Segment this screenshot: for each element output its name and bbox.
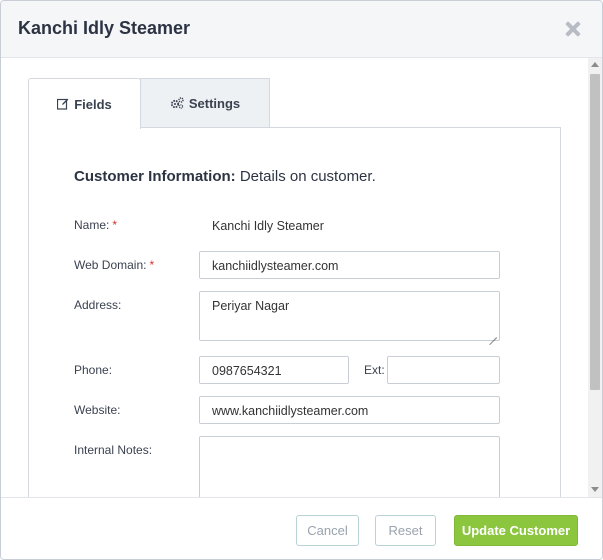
dialog-footer: Cancel Reset Update Customer (1, 497, 602, 559)
phone-label: Phone: (74, 363, 113, 377)
fields-panel: Customer Information: Details on custome… (28, 127, 561, 497)
tab-settings-label: Settings (188, 95, 241, 111)
dialog-body: Fields Settings Customer Information: De… (1, 58, 588, 497)
section-title-bold: Customer Information: (74, 168, 236, 185)
section-title-rest: Details on customer. (239, 168, 376, 185)
website-input[interactable]: www.kanchiidlysteamer.com (199, 396, 500, 424)
scroll-thumb[interactable] (590, 74, 600, 390)
web-domain-label-text: Web Domain: (74, 258, 147, 272)
cancel-button[interactable]: Cancel (296, 515, 359, 546)
tab-settings[interactable]: Settings (140, 78, 270, 127)
edit-icon (57, 98, 69, 110)
dialog-header: Kanchi Idly Steamer (1, 1, 602, 58)
tab-fields-label: Fields (74, 96, 112, 112)
ext-label: Ext: (364, 363, 385, 377)
gears-icon (170, 97, 184, 109)
internal-notes-label: Internal Notes: (74, 443, 153, 457)
update-customer-button[interactable]: Update Customer (454, 515, 578, 546)
name-value: Kanchi Idly Steamer (212, 219, 324, 233)
internal-notes-textarea[interactable] (199, 436, 500, 497)
scrollbar[interactable] (588, 58, 602, 497)
resize-handle[interactable] (489, 330, 497, 338)
address-label: Address: (74, 298, 122, 312)
customer-dialog: Kanchi Idly Steamer Fields Settings Cust… (0, 0, 603, 560)
web-domain-label: Web Domain: * (74, 258, 154, 272)
required-mark: * (112, 218, 118, 232)
scroll-up-arrow-icon[interactable] (591, 62, 599, 67)
ext-input[interactable] (387, 356, 500, 384)
phone-input[interactable]: 0987654321 (199, 356, 349, 384)
address-value: Periyar Nagar (212, 299, 290, 313)
name-label: Name: * (74, 218, 117, 232)
dialog-title: Kanchi Idly Steamer (18, 18, 191, 38)
web-domain-input[interactable]: kanchiidlysteamer.com (199, 251, 500, 279)
section-title: Customer Information: Details on custome… (74, 168, 376, 185)
required-mark: * (149, 258, 155, 272)
website-label: Website: (74, 403, 121, 417)
scroll-down-arrow-icon[interactable] (591, 487, 599, 492)
tab-fields[interactable]: Fields (28, 78, 141, 129)
reset-button[interactable]: Reset (375, 515, 436, 546)
name-label-text: Name: (74, 218, 110, 232)
close-icon[interactable] (564, 20, 582, 38)
address-textarea[interactable]: Periyar Nagar (199, 291, 500, 341)
